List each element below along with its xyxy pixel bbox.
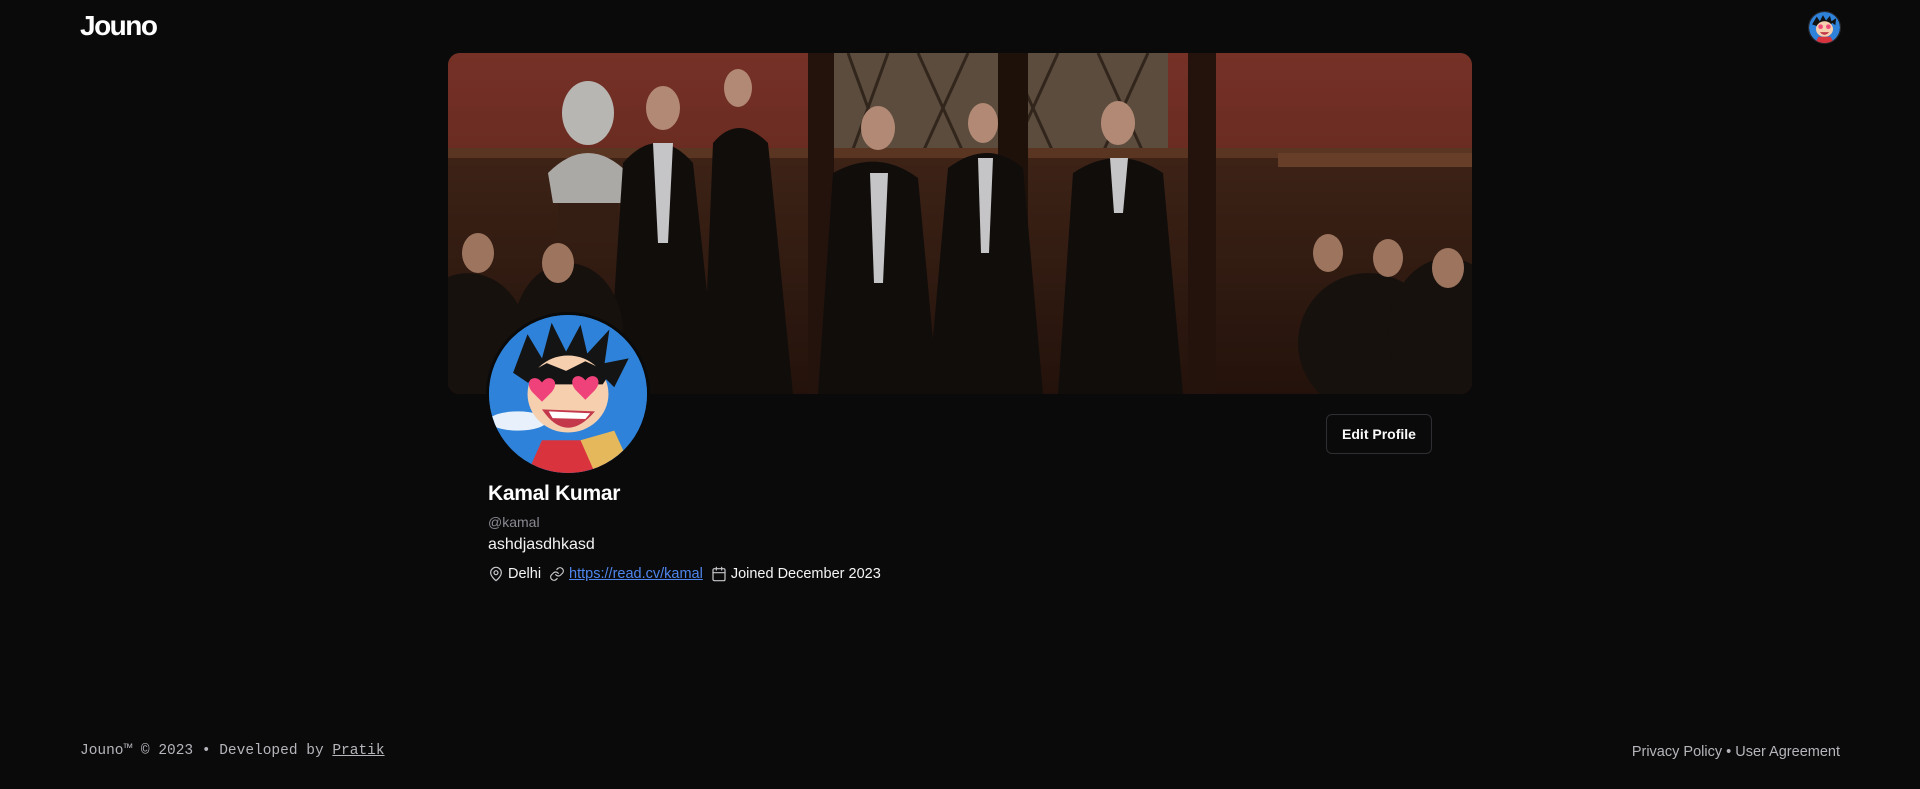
user-avatar-icon[interactable]	[1808, 11, 1841, 44]
footer-copyright: Jouno™ © 2023 • Developed by Pratik	[80, 743, 385, 759]
user-agreement-link[interactable]: User Agreement	[1735, 744, 1840, 760]
profile-handle: @kamal	[488, 514, 540, 530]
map-pin-icon	[488, 566, 504, 582]
developer-link[interactable]: Pratik	[332, 743, 384, 759]
app-logo[interactable]: Jouno	[80, 10, 158, 42]
joined-item: Joined December 2023	[711, 566, 881, 582]
profile-avatar-image	[486, 312, 650, 476]
website-item: https://read.cv/kamal	[549, 566, 703, 582]
profile-page: Jouno Edit Profile Kamal Kumar @kamal as…	[0, 0, 1920, 789]
joined-text: Joined December 2023	[730, 566, 881, 582]
location-text: Delhi	[508, 566, 542, 582]
privacy-policy-link[interactable]: Privacy Policy	[1632, 744, 1722, 760]
location-item: Delhi	[488, 566, 541, 582]
edit-profile-button[interactable]: Edit Profile	[1326, 414, 1432, 454]
profile-bio: ashdjasdhkasd	[488, 536, 595, 553]
profile-name: Kamal Kumar	[488, 482, 621, 505]
calendar-icon	[711, 566, 727, 582]
link-icon	[549, 566, 565, 582]
footer-links: Privacy Policy • User Agreement	[1632, 744, 1840, 760]
website-link[interactable]: https://read.cv/kamal	[569, 566, 703, 582]
footer-separator: •	[1722, 744, 1736, 760]
copyright-text: Jouno™ © 2023 • Developed by	[80, 743, 333, 759]
profile-meta: Delhi https://read.cv/kamal Joined Decem…	[488, 566, 889, 582]
